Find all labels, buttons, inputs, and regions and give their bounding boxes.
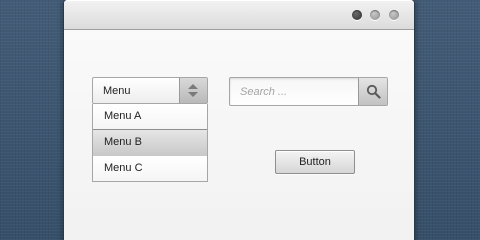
menu-item-a[interactable]: Menu A xyxy=(93,104,207,129)
dropdown-toggle-button[interactable] xyxy=(179,78,207,103)
search-box xyxy=(229,77,388,106)
app-window: Menu Menu A Menu B Menu C Button xyxy=(63,0,415,240)
action-button[interactable]: Button xyxy=(275,150,355,174)
dropdown-selected-label: Menu xyxy=(103,85,131,97)
dropdown-menu-list: Menu A Menu B Menu C xyxy=(92,104,208,182)
menu-item-b[interactable]: Menu B xyxy=(93,129,207,156)
search-input[interactable] xyxy=(230,78,358,105)
dark-dot-icon[interactable] xyxy=(352,10,362,20)
menu-dropdown[interactable]: Menu xyxy=(92,77,208,104)
grey-dot-icon[interactable] xyxy=(370,10,380,20)
title-bar[interactable] xyxy=(64,0,414,30)
search-button[interactable] xyxy=(358,78,387,105)
menu-item-c[interactable]: Menu C xyxy=(93,155,207,181)
grey-dot-icon[interactable] xyxy=(389,10,399,20)
magnifier-icon xyxy=(366,84,381,99)
